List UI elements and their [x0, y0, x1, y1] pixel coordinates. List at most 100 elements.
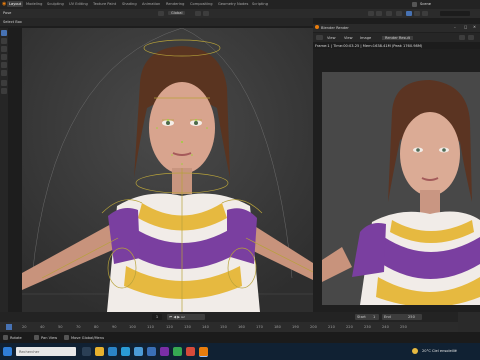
frame-number: 220 — [346, 325, 353, 329]
shading-material-icon[interactable] — [414, 11, 420, 16]
frame-number: 70 — [76, 325, 81, 329]
mouse-right-icon — [64, 335, 69, 340]
minimize-icon[interactable]: – — [454, 25, 456, 29]
shading-solid-icon[interactable] — [406, 11, 412, 16]
frame-number: 250 — [400, 325, 407, 329]
task-view-icon[interactable] — [82, 347, 91, 356]
status-rotate: Rotate — [10, 335, 22, 340]
current-frame-field[interactable]: 1 — [152, 314, 162, 320]
blender-logo-icon[interactable]: ◉ — [2, 1, 6, 7]
render-info-bar: Frame:1 | Time:00:03.25 | Mem:1638.41M (… — [313, 42, 480, 49]
timeline-ruler[interactable]: 20 40 50 70 80 90 100 110 120 130 140 15… — [0, 322, 480, 332]
frame-number: 180 — [274, 325, 281, 329]
menu-image[interactable]: Image — [360, 36, 371, 40]
play-icon[interactable]: ⏮ ◀ ▶ ⏭ — [169, 315, 184, 319]
tab-texture-paint[interactable]: Texture Paint — [93, 2, 116, 6]
tab-shading[interactable]: Shading — [122, 2, 137, 6]
frame-number: 130 — [184, 325, 191, 329]
xray-icon[interactable] — [396, 11, 402, 16]
frame-number: 190 — [292, 325, 299, 329]
annotate-tool-icon[interactable] — [1, 80, 7, 86]
mail-icon[interactable] — [108, 347, 117, 356]
tab-uv-editing[interactable]: UV Editing — [69, 2, 88, 6]
menu-view-2[interactable]: View — [344, 36, 353, 40]
timeline-header: ⏮ ◀ ▶ ⏭ 1 Start 1 End 250 — [0, 312, 480, 322]
playback-controls[interactable]: ⏮ ◀ ▶ ⏭ — [167, 314, 205, 320]
orientation-dropdown[interactable]: Global — [168, 11, 186, 15]
tab-modeling[interactable]: Modeling — [26, 2, 42, 6]
3d-viewport[interactable] — [22, 28, 313, 312]
select-tool-icon[interactable] — [1, 30, 7, 36]
select-box-tool[interactable]: Select Box — [3, 20, 22, 24]
frame-number: 40 — [40, 325, 45, 329]
frame-number: 90 — [112, 325, 117, 329]
measure-tool-icon[interactable] — [1, 88, 7, 94]
mouse-middle-icon — [34, 335, 39, 340]
tab-layout[interactable]: Layout — [7, 1, 24, 7]
tab-sculpting[interactable]: Sculpting — [47, 2, 64, 6]
overlay-icon[interactable] — [386, 11, 392, 16]
tab-scripting[interactable]: Scripting — [252, 2, 268, 6]
visibility-icon[interactable] — [368, 11, 374, 16]
shading-rendered-icon[interactable] — [422, 11, 428, 16]
image-editor-header: View View Image Render Result — [313, 33, 480, 42]
menu-bar: ◉ File Layout Modeling Sculpting UV Edit… — [0, 0, 480, 9]
rendered-character — [322, 72, 480, 305]
app-icon-4[interactable] — [186, 347, 195, 356]
weather-text[interactable]: 20°C Ciel ensoleillé — [422, 349, 457, 353]
mouse-left-icon — [3, 335, 8, 340]
start-value: 1 — [373, 314, 376, 319]
start-field[interactable]: Start 1 — [355, 314, 379, 320]
frame-number: 150 — [220, 325, 227, 329]
frame-number: 140 — [202, 325, 209, 329]
end-label: End — [384, 314, 391, 319]
playhead[interactable] — [6, 324, 12, 330]
menu-view[interactable]: View — [327, 36, 336, 40]
tab-geometry-nodes[interactable]: Geometry Nodes — [218, 2, 248, 6]
app-icon-3[interactable] — [173, 347, 182, 356]
render-result-image[interactable] — [322, 72, 480, 305]
snap-icon[interactable] — [195, 11, 201, 16]
mode-dropdown[interactable]: Pose — [3, 11, 11, 15]
cursor-tool-icon[interactable] — [1, 38, 7, 44]
frame-number: 210 — [328, 325, 335, 329]
status-pan: Pan View — [41, 335, 58, 340]
edge-icon[interactable] — [121, 347, 130, 356]
render-info-text: Frame:1 | Time:00:03.25 | Mem:1638.41M (… — [315, 43, 423, 48]
windows-start-icon[interactable] — [3, 347, 12, 356]
display-channels-icon[interactable] — [468, 35, 474, 40]
rotate-tool-icon[interactable] — [1, 54, 7, 60]
gizmo-icon[interactable] — [376, 11, 382, 16]
taskbar: Rechercher 20°C Ciel ensoleillé — [0, 343, 480, 360]
tab-rendering[interactable]: Rendering — [166, 2, 184, 6]
current-frame-value: 1 — [155, 315, 159, 319]
store-icon[interactable] — [134, 347, 143, 356]
app-icon-1[interactable] — [147, 347, 156, 356]
transform-tool-icon[interactable] — [1, 70, 7, 76]
slot-icon[interactable] — [459, 35, 465, 40]
move-tool-icon[interactable] — [1, 46, 7, 52]
file-explorer-icon[interactable] — [95, 347, 104, 356]
app-icon-2[interactable] — [160, 347, 169, 356]
frame-number: 200 — [310, 325, 317, 329]
scale-tool-icon[interactable] — [1, 62, 7, 68]
end-value: 250 — [408, 314, 415, 319]
blender-taskbar-icon[interactable] — [199, 347, 208, 357]
tab-animation[interactable]: Animation — [142, 2, 160, 6]
scene-icon — [412, 2, 417, 7]
close-icon[interactable]: ✕ — [473, 25, 476, 29]
editor-type-icon[interactable] — [316, 35, 323, 40]
view-layer-field[interactable] — [440, 11, 470, 16]
end-field[interactable]: End 250 — [382, 314, 422, 320]
proportional-icon[interactable] — [203, 11, 209, 16]
tab-compositing[interactable]: Compositing — [190, 2, 213, 6]
search-box[interactable]: Rechercher — [16, 347, 76, 356]
tool-header: Select Box — [0, 18, 313, 26]
frame-number: 110 — [147, 325, 154, 329]
pivot-icon[interactable] — [158, 11, 164, 16]
blender-logo-icon — [315, 25, 319, 29]
maximize-icon[interactable]: □ — [464, 25, 467, 29]
frame-number: 50 — [58, 325, 63, 329]
scene-selector[interactable]: Scene — [420, 2, 431, 6]
render-result-selector[interactable]: Render Result — [382, 35, 414, 40]
